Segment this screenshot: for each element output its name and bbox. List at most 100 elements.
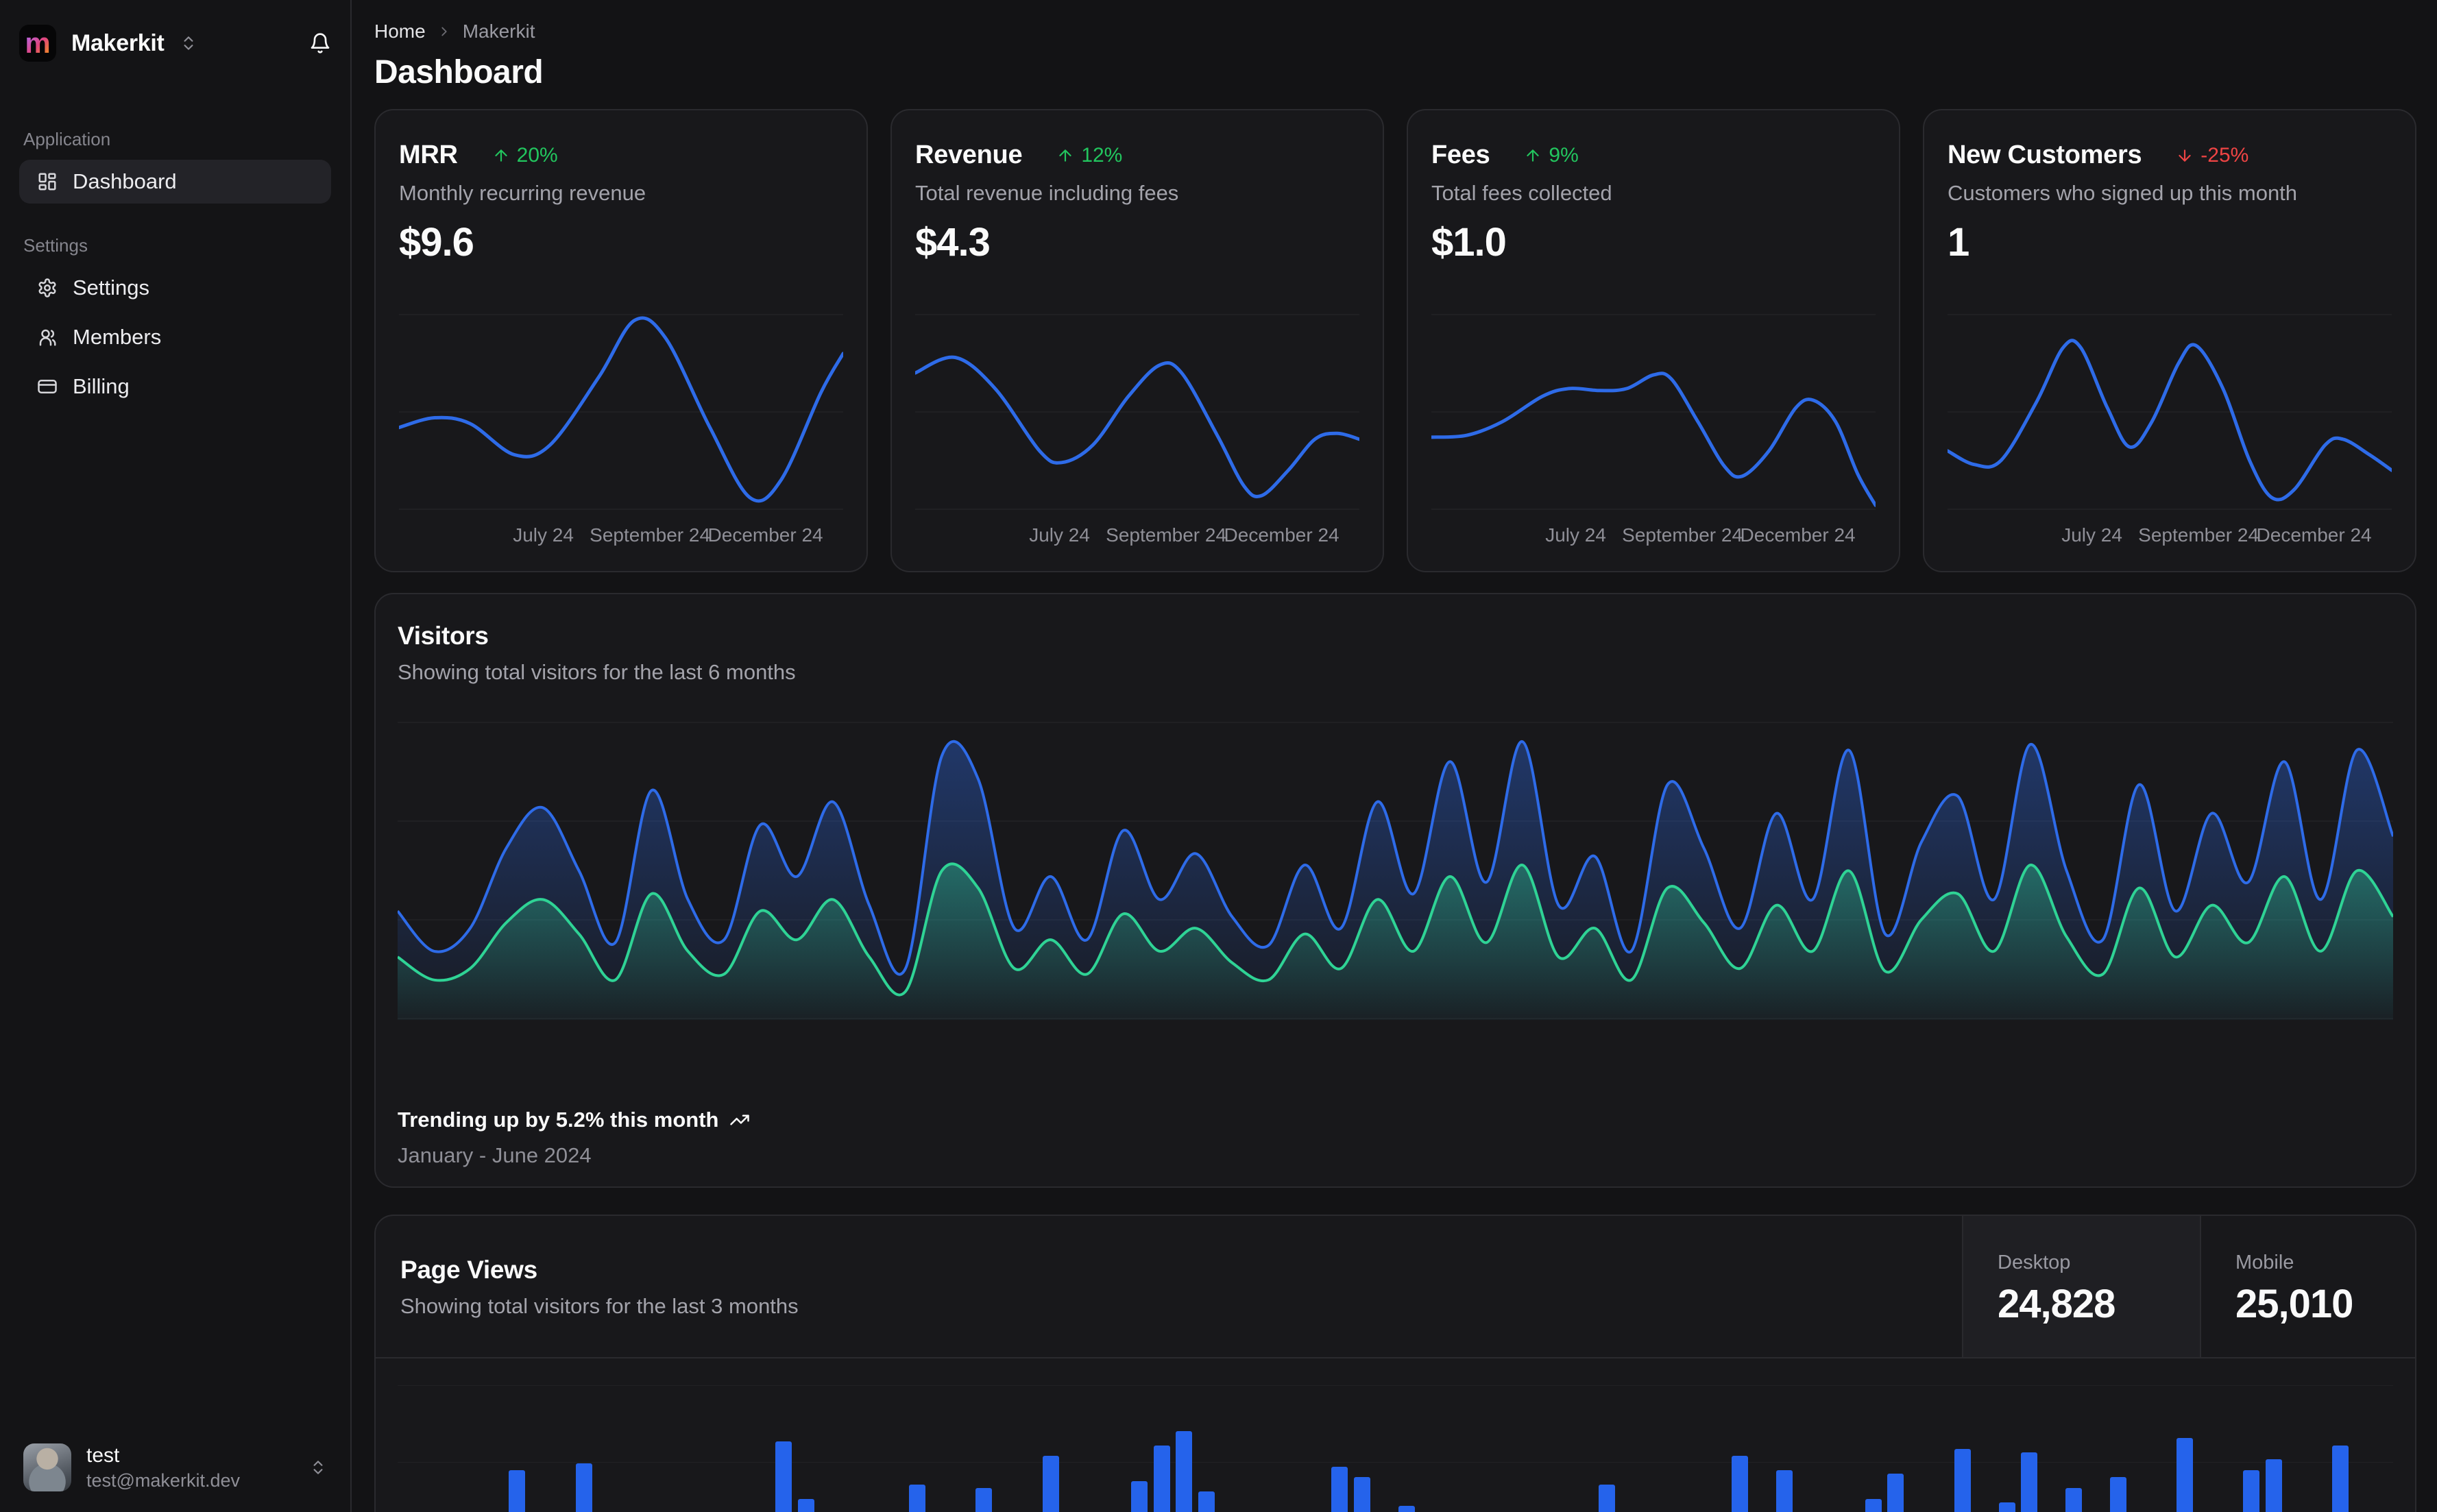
credit-card-icon (37, 376, 58, 397)
axis-tick: December 24 (2256, 524, 2372, 546)
app-root: m Makerkit Application Dashboard Setting… (0, 0, 2437, 1512)
user-texts: test test@makerkit.dev (86, 1444, 240, 1491)
x-axis-ticks: July 24 September 24 December 24 (915, 520, 1359, 550)
axis-tick: December 24 (707, 524, 823, 546)
stat-subtitle: Total fees collected (1431, 181, 1612, 205)
chevrons-up-down-icon (180, 34, 197, 52)
nav-section-label-application: Application (23, 129, 111, 149)
stat-card-mrr: MRR 20% Monthly recurring revenue $9.6 J… (374, 109, 868, 572)
logo-letter: m (25, 27, 51, 59)
revenue-sparkline-chart (915, 309, 1359, 515)
stat-card-new-customers: New Customers -25% Customers who signed … (1923, 109, 2416, 572)
stat-value: $1.0 (1431, 220, 1507, 265)
axis-tick: September 24 (1106, 524, 1227, 546)
arrow-up-icon (1056, 147, 1074, 164)
sidebar-nav: Application Dashboard Settings Settings (19, 129, 331, 409)
workspace-selector[interactable]: m Makerkit (19, 25, 331, 62)
stat-delta-badge: 12% (1056, 144, 1122, 167)
user-name: test (86, 1443, 120, 1467)
notifications-button[interactable] (309, 32, 331, 54)
stat-card-header: Fees 9% (1431, 141, 1876, 170)
axis-tick: July 24 (1029, 524, 1090, 546)
axis-tick: December 24 (1740, 524, 1856, 546)
workspace-name: Makerkit (71, 29, 165, 56)
stat-delta-value: 12% (1081, 143, 1123, 167)
visitors-subtitle: Showing total visitors for the last 6 mo… (398, 660, 796, 684)
page-views-card: Page Views Showing total visitors for th… (374, 1215, 2416, 1512)
toggle-value: 25,010 (2235, 1282, 2353, 1326)
page-views-titles: Page Views Showing total visitors for th… (376, 1216, 1962, 1357)
stat-value: $9.6 (399, 220, 474, 265)
stat-delta-badge: 9% (1524, 143, 1579, 167)
stat-card-revenue: Revenue 12% Total revenue including fees… (890, 109, 1384, 572)
axis-tick: September 24 (2138, 524, 2259, 546)
sidebar-item-label: Members (73, 325, 162, 349)
breadcrumb-home-link[interactable]: Home (374, 21, 426, 42)
sidebar-item-label: Dashboard (73, 169, 177, 193)
visitors-title: Visitors (398, 622, 489, 650)
stat-delta-value: -25% (2200, 143, 2249, 167)
axis-tick: July 24 (1545, 524, 1606, 546)
nav-group-application: Application Dashboard (19, 129, 331, 204)
axis-tick: September 24 (590, 524, 711, 546)
stat-title: Fees (1431, 141, 1490, 169)
toggle-desktop[interactable]: Desktop 24,828 (1962, 1216, 2200, 1357)
stat-subtitle: Customers who signed up this month (1948, 181, 2298, 205)
sidebar-item-members[interactable]: Members (19, 315, 331, 359)
trending-up-icon (729, 1110, 750, 1130)
sidebar: m Makerkit Application Dashboard Setting… (0, 0, 352, 1512)
toggle-mobile[interactable]: Mobile 25,010 (2200, 1216, 2415, 1357)
nav-group-settings: Settings Settings Members Billing (19, 235, 331, 409)
stats-grid: MRR 20% Monthly recurring revenue $9.6 J… (374, 109, 2416, 572)
visitors-card: Visitors Showing total visitors for the … (374, 593, 2416, 1188)
main-content: Home Makerkit Dashboard MRR 20% Monthly … (352, 0, 2437, 1512)
fees-sparkline-chart (1431, 309, 1876, 515)
makerkit-logo: m (19, 25, 56, 62)
sidebar-item-label: Settings (73, 276, 150, 300)
arrow-up-icon (492, 147, 510, 164)
stat-title: MRR (399, 141, 458, 169)
sidebar-item-dashboard[interactable]: Dashboard (19, 160, 331, 204)
stat-value: $4.3 (915, 220, 991, 265)
toggle-label: Mobile (2235, 1252, 2294, 1273)
stat-delta-badge: 20% (492, 144, 558, 167)
axis-tick: July 24 (513, 524, 574, 546)
mrr-sparkline-chart (399, 309, 843, 515)
page-views-toggle: Desktop 24,828 Mobile 25,010 (1962, 1216, 2415, 1357)
x-axis-ticks: July 24 September 24 December 24 (399, 520, 843, 550)
page-views-subtitle: Showing total visitors for the last 3 mo… (400, 1294, 799, 1318)
breadcrumb-current: Makerkit (462, 21, 535, 42)
stat-card-fees: Fees 9% Total fees collected $1.0 July 2… (1407, 109, 1900, 572)
gear-icon (37, 278, 58, 298)
stat-value: 1 (1948, 220, 1969, 265)
page-title: Dashboard (374, 54, 544, 90)
visitors-area-chart (398, 722, 2393, 1020)
stat-subtitle: Monthly recurring revenue (399, 181, 646, 205)
visitors-trend-text: Trending up by 5.2% this month (398, 1108, 719, 1132)
user-menu[interactable]: test test@makerkit.dev (19, 1437, 331, 1498)
chevrons-up-down-icon (309, 1459, 327, 1476)
page-views-header: Page Views Showing total visitors for th… (376, 1216, 2415, 1358)
customers-sparkline-chart (1948, 309, 2392, 515)
user-avatar (23, 1443, 71, 1491)
axis-tick: December 24 (1224, 524, 1339, 546)
sidebar-item-settings[interactable]: Settings (19, 266, 331, 310)
x-axis-ticks: July 24 September 24 December 24 (1431, 520, 1876, 550)
breadcrumb: Home Makerkit (374, 21, 2416, 42)
user-email: test@makerkit.dev (86, 1470, 240, 1491)
stat-delta-badge: -25% (2176, 144, 2248, 167)
axis-tick: September 24 (1622, 524, 1743, 546)
stat-delta-value: 20% (516, 143, 558, 167)
toggle-value: 24,828 (1998, 1282, 2115, 1326)
axis-tick: July 24 (2061, 524, 2122, 546)
layout-dashboard-icon (37, 171, 58, 192)
stat-card-header: MRR 20% (399, 141, 843, 170)
visitors-trend: Trending up by 5.2% this month (398, 1108, 2393, 1132)
sidebar-item-label: Billing (73, 374, 130, 398)
bell-icon (309, 32, 331, 54)
x-axis-ticks: July 24 September 24 December 24 (1948, 520, 2392, 550)
stat-delta-value: 9% (1549, 143, 1579, 167)
stat-card-header: Revenue 12% (915, 141, 1359, 170)
sidebar-item-billing[interactable]: Billing (19, 365, 331, 409)
arrow-down-icon (2176, 147, 2194, 164)
